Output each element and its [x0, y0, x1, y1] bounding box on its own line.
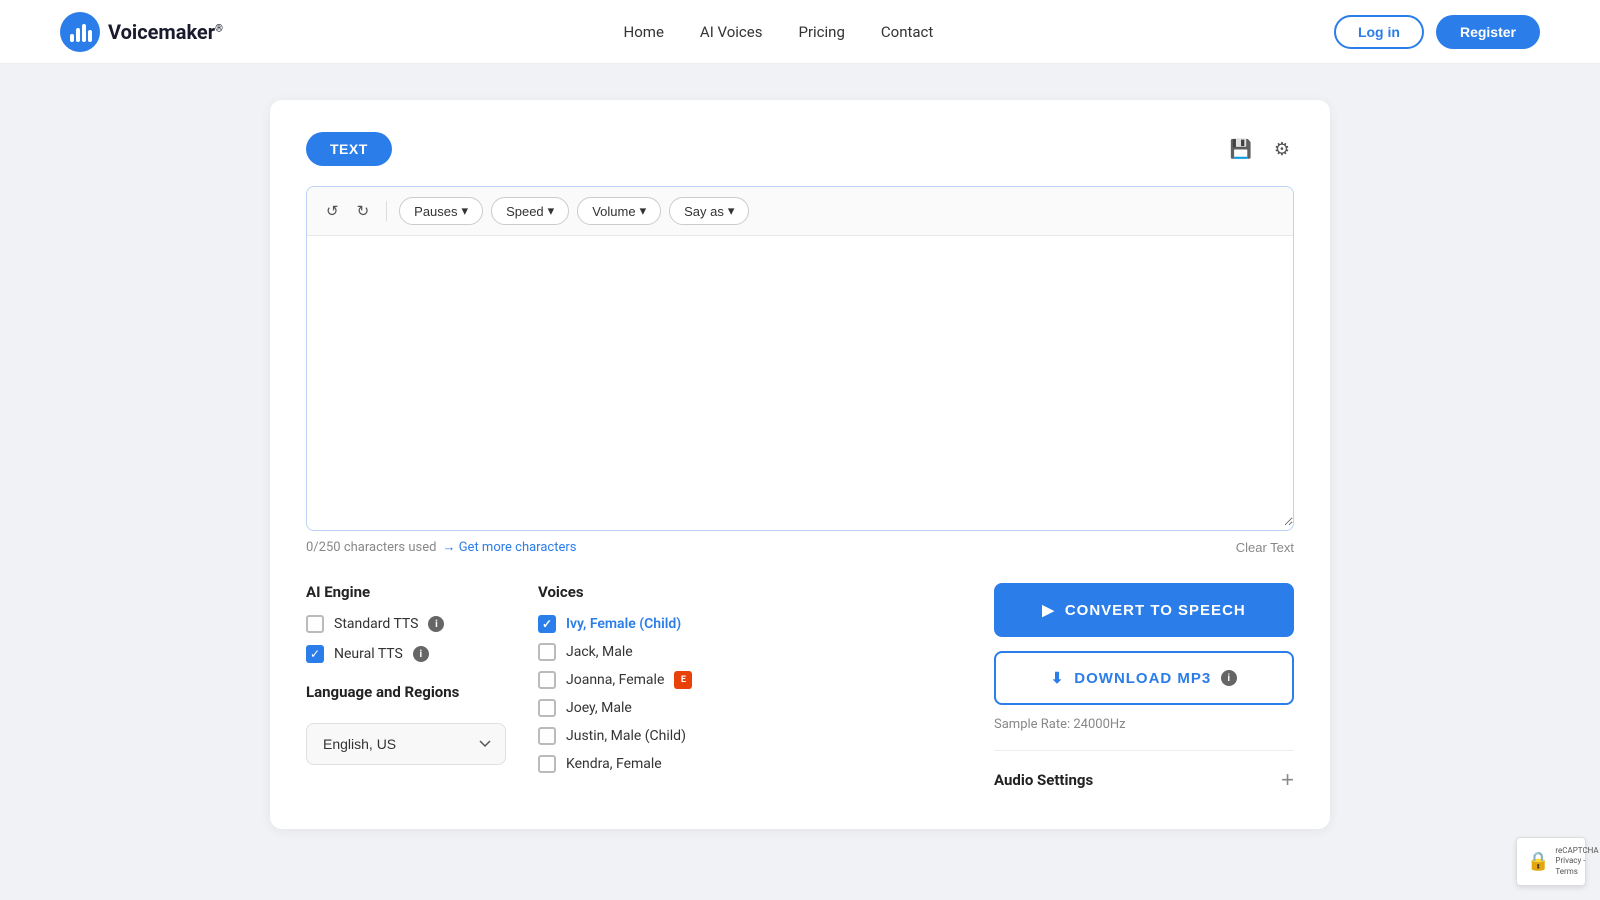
voice-item-jack[interactable]: Jack, Male [538, 643, 962, 661]
voice-item-justin[interactable]: Justin, Male (Child) [538, 727, 962, 745]
register-button[interactable]: Register [1436, 15, 1540, 49]
text-input[interactable] [307, 236, 1293, 526]
logo-text: Voicemaker® [108, 20, 223, 44]
voice-label-kendra: Kendra, Female [566, 756, 662, 772]
voice-label-justin: Justin, Male (Child) [566, 728, 686, 744]
voice-label-joey: Joey, Male [566, 700, 632, 716]
audio-settings-row: Audio Settings + [994, 750, 1294, 793]
voice-item-joey[interactable]: Joey, Male [538, 699, 962, 717]
navbar: Voicemaker® Home AI Voices Pricing Conta… [0, 0, 1600, 64]
download-icon: ⬇ [1051, 669, 1065, 687]
logo-icon [60, 12, 100, 52]
toolbar-separator [386, 201, 387, 221]
nav-pricing[interactable]: Pricing [798, 23, 844, 41]
say-as-dropdown[interactable]: Say as ▾ [669, 197, 749, 225]
speed-dropdown[interactable]: Speed ▾ [491, 197, 569, 225]
checkmark-icon: ✓ [542, 617, 552, 631]
standard-tts-option: Standard TTS i [306, 615, 506, 633]
voice-label-ivy: Ivy, Female (Child) [566, 616, 681, 632]
convert-label: CONVERT TO SPEECH [1065, 602, 1246, 619]
voice-item-ivy[interactable]: ✓ Ivy, Female (Child) [538, 615, 962, 633]
convert-to-speech-button[interactable]: ▶ CONVERT TO SPEECH [994, 583, 1294, 637]
save-button[interactable]: 💾 [1225, 135, 1255, 164]
voices-label: Voices [538, 583, 962, 601]
main-wrapper: TEXT 💾 ⚙ ↺ ↻ Pauses ▾ Speed ▾ [0, 64, 1600, 865]
bottom-section: AI Engine Standard TTS i ✓ Neural TTS [306, 583, 1294, 793]
recaptcha-badge: 🔒 reCAPTCHAPrivacy - Terms [1516, 837, 1586, 886]
nav-home[interactable]: Home [624, 23, 664, 41]
actions-column: ▶ CONVERT TO SPEECH ⬇ DOWNLOAD MP3 i Sam… [994, 583, 1294, 793]
download-mp3-button[interactable]: ⬇ DOWNLOAD MP3 i [994, 651, 1294, 705]
char-count-text: 0/250 characters used [306, 540, 436, 555]
ai-engine-label: AI Engine [306, 583, 506, 601]
neural-tts-option: ✓ Neural TTS i [306, 645, 506, 663]
text-tab-button[interactable]: TEXT [306, 132, 392, 166]
login-button[interactable]: Log in [1334, 15, 1424, 49]
settings-button[interactable]: ⚙ [1270, 135, 1294, 164]
nav-contact[interactable]: Contact [881, 23, 933, 41]
standard-tts-info-icon[interactable]: i [428, 616, 444, 632]
recaptcha-text: reCAPTCHAPrivacy - Terms [1555, 846, 1598, 877]
main-card: TEXT 💾 ⚙ ↺ ↻ Pauses ▾ Speed ▾ [270, 100, 1330, 829]
audio-settings-label: Audio Settings [994, 771, 1093, 789]
download-label: DOWNLOAD MP3 [1074, 670, 1211, 687]
neural-tts-label[interactable]: Neural TTS [334, 646, 403, 662]
kendra-checkbox[interactable] [538, 755, 556, 773]
get-more-characters-link[interactable]: → Get more characters [442, 539, 576, 555]
joanna-checkbox[interactable] [538, 671, 556, 689]
pauses-dropdown[interactable]: Pauses ▾ [399, 197, 483, 225]
voices-column: Voices ✓ Ivy, Female (Child) Jack, Male [538, 583, 962, 773]
justin-checkbox[interactable] [538, 727, 556, 745]
voice-list: ✓ Ivy, Female (Child) Jack, Male Joanna,… [538, 615, 962, 773]
card-header-icons: 💾 ⚙ [1225, 135, 1294, 164]
volume-dropdown[interactable]: Volume ▾ [577, 197, 661, 225]
ai-engine-column: AI Engine Standard TTS i ✓ Neural TTS [306, 583, 506, 765]
clear-text-button[interactable]: Clear Text [1236, 540, 1294, 555]
audio-settings-expand-button[interactable]: + [1281, 767, 1294, 793]
voice-item-joanna[interactable]: Joanna, Female E [538, 671, 962, 689]
play-icon: ▶ [1042, 601, 1055, 619]
standard-tts-checkbox[interactable] [306, 615, 324, 633]
speed-chevron-icon: ▾ [548, 203, 555, 219]
char-count-row: 0/250 characters used → Get more charact… [306, 539, 1294, 555]
redo-button[interactable]: ↻ [352, 199, 375, 223]
undo-button[interactable]: ↺ [321, 199, 344, 223]
voice-label-jack: Jack, Male [566, 644, 633, 660]
char-count-left: 0/250 characters used → Get more charact… [306, 539, 576, 555]
pauses-chevron-icon: ▾ [462, 203, 469, 219]
editor-toolbar: ↺ ↻ Pauses ▾ Speed ▾ Volume ▾ Say as ▾ [307, 187, 1293, 236]
standard-tts-label[interactable]: Standard TTS [334, 616, 418, 632]
card-header: TEXT 💾 ⚙ [306, 132, 1294, 166]
editor-box: ↺ ↻ Pauses ▾ Speed ▾ Volume ▾ Say as ▾ [306, 186, 1294, 531]
joanna-badge: E [674, 671, 692, 689]
download-info-icon[interactable]: i [1221, 670, 1237, 686]
logo: Voicemaker® [60, 12, 223, 52]
voice-label-joanna: Joanna, Female [566, 672, 664, 688]
language-dropdown[interactable]: English, US [306, 723, 506, 765]
say-as-chevron-icon: ▾ [728, 203, 735, 219]
checkmark-icon: ✓ [310, 647, 320, 661]
navbar-actions: Log in Register [1334, 15, 1540, 49]
ivy-checkbox[interactable]: ✓ [538, 615, 556, 633]
joey-checkbox[interactable] [538, 699, 556, 717]
voice-item-kendra[interactable]: Kendra, Female [538, 755, 962, 773]
recaptcha-icon: 🔒 [1527, 851, 1549, 872]
navbar-nav: Home AI Voices Pricing Contact [624, 23, 934, 41]
jack-checkbox[interactable] [538, 643, 556, 661]
volume-chevron-icon: ▾ [640, 203, 647, 219]
nav-ai-voices[interactable]: AI Voices [700, 23, 763, 41]
language-region-label: Language and Regions [306, 683, 506, 701]
neural-tts-info-icon[interactable]: i [413, 646, 429, 662]
sample-rate-text: Sample Rate: 24000Hz [994, 717, 1294, 732]
neural-tts-checkbox[interactable]: ✓ [306, 645, 324, 663]
language-region-section: Language and Regions English, US [306, 683, 506, 765]
